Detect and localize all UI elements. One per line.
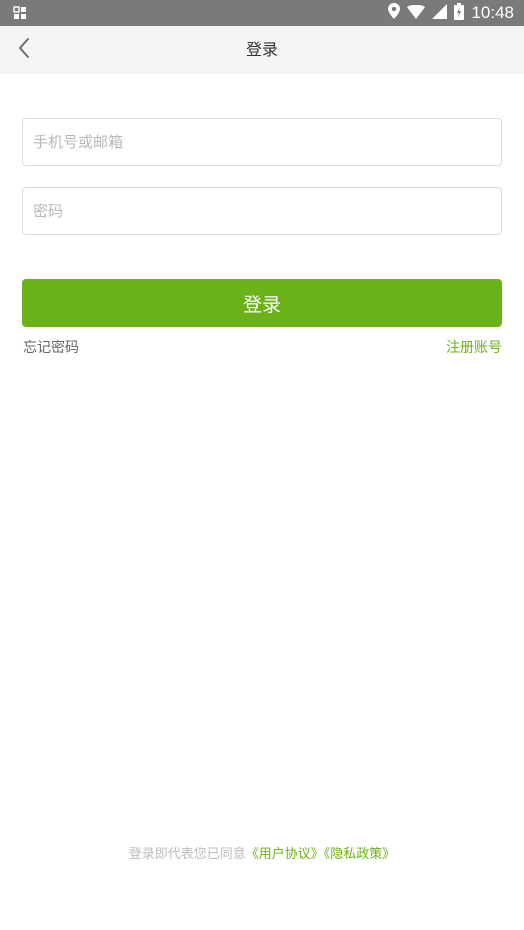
- agreement-notice: 登录即代表您已同意《用户协议》《隐私政策》: [0, 845, 524, 865]
- login-button[interactable]: 登录: [22, 279, 502, 327]
- register-link[interactable]: 注册账号: [446, 338, 502, 358]
- page-title: 登录: [245, 40, 278, 59]
- battery-icon: [454, 2, 465, 24]
- password-input[interactable]: [22, 187, 502, 235]
- status-icons: 10:48: [388, 0, 514, 26]
- user-agreement-link[interactable]: 《用户协议》: [246, 847, 324, 862]
- privacy-policy-link[interactable]: 《隐私政策》: [324, 847, 396, 862]
- status-time: 10:48: [471, 3, 514, 22]
- navigation-bar: 登录: [0, 26, 524, 74]
- phone-or-email-input[interactable]: [22, 118, 502, 166]
- notification-icon: [13, 5, 27, 19]
- status-bar: 10:48: [0, 0, 524, 26]
- signal-icon: [432, 3, 448, 23]
- location-icon: [388, 3, 401, 23]
- forgot-password-link[interactable]: 忘记密码: [23, 338, 79, 358]
- wifi-icon: [407, 4, 426, 23]
- agreement-prefix: 登录即代表您已同意: [128, 847, 246, 862]
